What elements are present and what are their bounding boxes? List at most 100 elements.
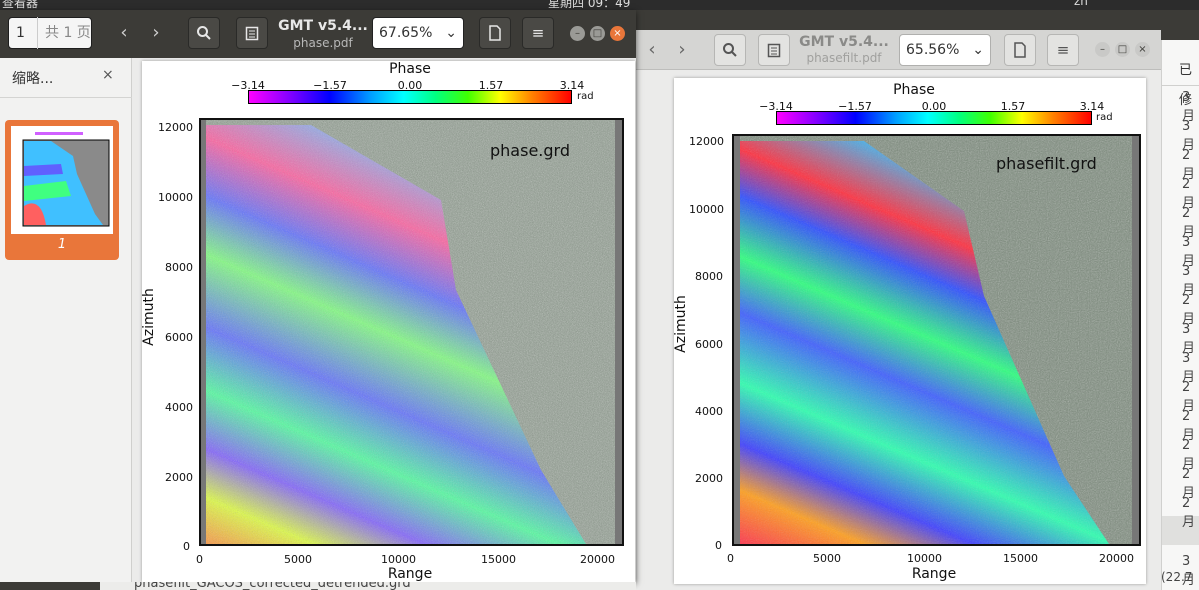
x-tick: 10000 [381,553,416,566]
phase-map [199,118,624,546]
sidebar-title[interactable]: 缩略... [12,68,53,88]
file-name[interactable]: phasefilt_GACOS_corrected_detrended.grd [134,582,411,590]
menu-button[interactable]: ≡ [522,17,554,49]
colorbar-title: Phase [893,82,935,98]
column-header-modified[interactable]: 已修 [1162,56,1199,108]
colorbar [248,90,572,104]
window-subtitle: phase.pdf [293,36,353,50]
x-axis-label: Range [911,566,957,582]
phase-map [732,134,1141,546]
window-title: GMT v5.4... [799,34,889,50]
file-size-text: (22.7 [1161,570,1193,584]
y-tick: 4000 [695,405,723,418]
menu-button[interactable]: ≡ [1047,34,1079,66]
chevron-right-icon[interactable]: › [666,34,698,66]
document-viewport[interactable]: Phase −3.14 −1.57 0.00 1.57 3.14 rad pha… [636,70,1161,590]
y-tick: 0 [715,539,722,552]
y-tick: 10000 [158,191,193,204]
chevron-right-icon[interactable]: › [140,17,172,49]
search-button[interactable] [188,17,220,49]
colorbar [776,111,1092,125]
print-button[interactable] [479,17,511,49]
search-button[interactable] [714,34,746,66]
minimize-button[interactable]: – [1095,42,1110,57]
zoom-value: 65.56% [906,42,960,58]
colorbar-unit: rad [577,91,594,102]
chevron-down-icon: ⌄ [445,25,457,41]
x-tick: 15000 [1003,552,1038,565]
document-viewport[interactable]: Phase −3.14 −1.57 0.00 1.57 3.14 rad pha… [132,58,636,582]
hamburger-icon: ≡ [1056,41,1070,59]
clipboard-icon [245,26,259,41]
zoom-value: 67.65% [379,25,433,41]
search-icon [197,26,211,40]
clock[interactable]: 星期四 09：49 [548,0,630,10]
y-tick: 6000 [165,331,193,344]
close-icon[interactable]: × [102,67,114,83]
pdf-page: Phase −3.14 −1.57 0.00 1.57 3.14 rad pha… [673,78,1146,584]
sidebar-header: 缩略... × [0,58,132,98]
field-divider [37,17,38,49]
colorbar-title: Phase [389,61,431,77]
y-tick: 0 [183,540,190,553]
list-item[interactable]: 2月 [1182,496,1199,530]
zoom-select[interactable]: 65.56% ⌄ [899,34,991,66]
colorbar-unit: rad [1096,112,1113,123]
header-bar: 1 共 1 页 ‹ › GMT v5.4... phase.pdf 67.65%… [0,10,636,58]
y-tick: 10000 [689,203,724,216]
close-button[interactable]: × [610,26,625,41]
page-total: 共 1 页 [45,25,91,41]
minimize-button[interactable]: – [570,26,585,41]
grid-label: phasefilt.grd [996,154,1097,173]
window-subtitle: phasefilt.pdf [806,51,882,65]
x-tick: 5000 [813,552,841,565]
header-bar: ‹ › GMT v5.4... phasefilt.pdf 65.56% ⌄ ≡… [636,30,1161,70]
x-axis-label: Range [387,566,433,582]
y-axis-label: Azimuth [141,288,157,346]
chevron-left-icon[interactable]: ‹ [636,34,668,66]
thumbnail-preview [11,126,113,234]
x-tick: 20000 [580,553,615,566]
hamburger-icon: ≡ [531,24,545,42]
search-icon [723,43,737,57]
x-tick: 10000 [907,552,942,565]
document-icon [1014,42,1026,58]
zoom-select[interactable]: 67.65% ⌄ [372,17,464,49]
x-tick: 20000 [1099,552,1134,565]
y-tick: 8000 [165,261,193,274]
print-button[interactable] [1004,34,1036,66]
annotations-button[interactable] [236,17,268,49]
page-thumbnail[interactable]: 1 [5,120,119,260]
chevron-left-icon[interactable]: ‹ [108,17,140,49]
top-panel: 查看器 星期四 09：49 zh [0,0,1199,10]
input-method-indicator[interactable]: zh [1074,0,1088,8]
page-number-field[interactable]: 1 共 1 页 [8,17,92,49]
clipboard-icon [767,43,781,58]
close-button[interactable]: × [1135,42,1150,57]
maximize-button[interactable]: □ [590,26,605,41]
file-manager-row: phasefilt_GACOS_corrected_detrended.grd [100,582,636,590]
thumbnail-page-number: 1 [57,237,67,252]
y-tick: 2000 [165,471,193,484]
y-tick: 2000 [695,472,723,485]
y-axis-label: Azimuth [673,295,689,353]
x-tick: 0 [196,553,203,566]
y-tick: 4000 [165,401,193,414]
grid-label: phase.grd [490,141,570,160]
x-tick: 0 [727,552,734,565]
annotations-button[interactable] [758,34,790,66]
page-input[interactable]: 1 [16,25,25,41]
maximize-button[interactable]: □ [1115,42,1130,57]
x-tick: 15000 [481,553,516,566]
app-menu-label[interactable]: 查看器 [2,0,38,10]
pdf-page: Phase −3.14 −1.57 0.00 1.57 3.14 rad pha… [141,61,635,582]
window-title: GMT v5.4... [278,18,368,34]
y-tick: 6000 [695,338,723,351]
chevron-down-icon: ⌄ [972,42,984,58]
y-tick: 12000 [689,135,724,148]
viewer-window-phase: 1 共 1 页 ‹ › GMT v5.4... phase.pdf 67.65%… [0,10,636,582]
document-icon [489,25,501,41]
file-list-panel: 已修 3月 3月 2月 2月 2月 3月 3月 2月 3月 3月 2月 2月 2… [1161,40,1199,590]
viewer-window-phasefilt: ‹ › GMT v5.4... phasefilt.pdf 65.56% ⌄ ≡… [636,30,1161,590]
sidebar: 缩略... × 1 [0,58,132,582]
